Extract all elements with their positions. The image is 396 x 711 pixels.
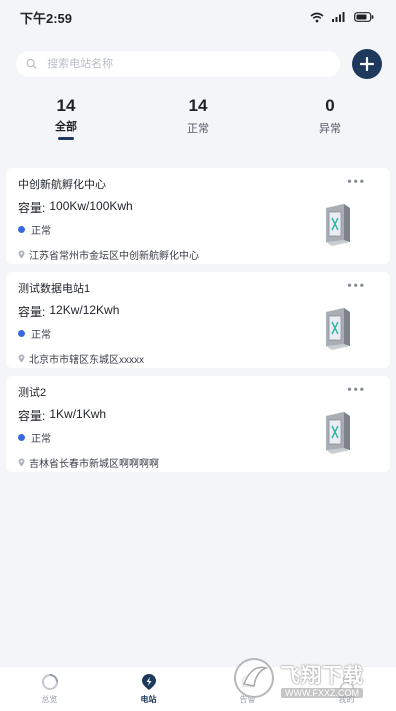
tab-label: 全部 bbox=[55, 121, 77, 134]
plus-icon bbox=[360, 57, 374, 71]
add-station-button[interactable] bbox=[352, 49, 382, 79]
status-icons bbox=[310, 12, 374, 23]
station-list: 中创新航孵化中心 ••• 容量: 100Kw/100Kwh 正常 江苏省常州市金… bbox=[6, 168, 390, 480]
station-icon bbox=[141, 674, 156, 690]
address-text: 江苏省常州市金坛区中创新航孵化中心 bbox=[29, 251, 199, 262]
status-text: 正常 bbox=[31, 226, 51, 237]
status-dot bbox=[18, 330, 25, 337]
status-bar: 下午2:59 bbox=[0, 0, 396, 34]
watermark-text: 飞翔下载 WWW.FXXZ.COM bbox=[280, 659, 364, 698]
station-card[interactable]: 中创新航孵化中心 ••• 容量: 100Kw/100Kwh 正常 江苏省常州市金… bbox=[6, 168, 390, 264]
overview-icon bbox=[41, 674, 58, 690]
tab-count: 14 bbox=[188, 96, 208, 115]
battery-cabinet-icon bbox=[326, 308, 350, 350]
capacity-value: 1Kw/1Kwh bbox=[49, 407, 107, 421]
tab-all[interactable]: 14 全部 bbox=[0, 96, 132, 140]
tab-label: 异常 bbox=[319, 123, 341, 135]
signal-icon bbox=[332, 12, 345, 22]
more-options-icon[interactable]: ••• bbox=[347, 174, 366, 188]
station-name: 中创新航孵化中心 bbox=[18, 179, 106, 191]
tab-label: 正常 bbox=[187, 123, 209, 135]
station-name: 测试2 bbox=[18, 387, 47, 399]
status-time: 下午2:59 bbox=[20, 10, 73, 26]
battery-cabinet-icon bbox=[326, 204, 350, 246]
tab-abnormal[interactable]: 0 异常 bbox=[264, 96, 396, 140]
station-card[interactable]: 测试2 ••• 容量: 1Kw/1Kwh 正常 吉林省长春市新城区啊啊啊啊 bbox=[6, 376, 390, 472]
address-text: 吉林省长春市新城区啊啊啊啊 bbox=[29, 459, 159, 470]
location-pin-icon bbox=[18, 354, 25, 363]
battery-cabinet-icon bbox=[326, 412, 350, 454]
wifi-icon bbox=[310, 12, 324, 22]
more-options-icon[interactable]: ••• bbox=[347, 278, 366, 292]
nav-item-overview[interactable]: 总览 bbox=[0, 667, 99, 711]
site-watermark: 飞翔下载 WWW.FXXZ.COM bbox=[232, 653, 388, 703]
address-text: 北京市市辖区东城区xxxxx bbox=[29, 355, 144, 366]
nav-label: 电站 bbox=[140, 695, 157, 704]
search-icon bbox=[26, 58, 37, 70]
capacity-label: 容量: bbox=[18, 201, 46, 215]
watermark-url: WWW.FXXZ.COM bbox=[281, 687, 363, 698]
capacity-label: 容量: bbox=[18, 305, 46, 319]
location-pin-icon bbox=[18, 458, 25, 467]
watermark-title: 飞翔下载 bbox=[280, 664, 364, 687]
more-options-icon[interactable]: ••• bbox=[347, 382, 366, 396]
battery-icon bbox=[354, 12, 374, 22]
station-name: 测试数据电站1 bbox=[18, 283, 91, 295]
station-address: 江苏省常州市金坛区中创新航孵化中心 bbox=[18, 247, 378, 262]
search-row bbox=[16, 49, 382, 79]
search-input[interactable] bbox=[47, 58, 330, 70]
tab-count: 14 bbox=[56, 96, 76, 115]
nav-item-station[interactable]: 电站 bbox=[99, 667, 198, 711]
capacity-value: 100Kw/100Kwh bbox=[49, 199, 133, 213]
station-card[interactable]: 测试数据电站1 ••• 容量: 12Kw/12Kwh 正常 北京市市辖区东城区x… bbox=[6, 272, 390, 368]
tab-active-indicator bbox=[58, 137, 74, 140]
status-dot bbox=[18, 434, 25, 441]
status-dot bbox=[18, 226, 25, 233]
status-tabs: 14 全部 14 正常 0 异常 bbox=[0, 96, 396, 140]
tab-count: 0 bbox=[325, 96, 335, 115]
capacity-value: 12Kw/12Kwh bbox=[49, 303, 120, 317]
watermark-logo-icon bbox=[234, 658, 274, 698]
location-pin-icon bbox=[18, 250, 25, 259]
nav-label: 总览 bbox=[41, 695, 58, 704]
capacity-label: 容量: bbox=[18, 409, 46, 423]
station-address: 北京市市辖区东城区xxxxx bbox=[18, 351, 378, 366]
status-text: 正常 bbox=[31, 434, 51, 445]
tab-normal[interactable]: 14 正常 bbox=[132, 96, 264, 140]
status-text: 正常 bbox=[31, 330, 51, 341]
search-box[interactable] bbox=[16, 51, 340, 77]
station-address: 吉林省长春市新城区啊啊啊啊 bbox=[18, 455, 378, 470]
